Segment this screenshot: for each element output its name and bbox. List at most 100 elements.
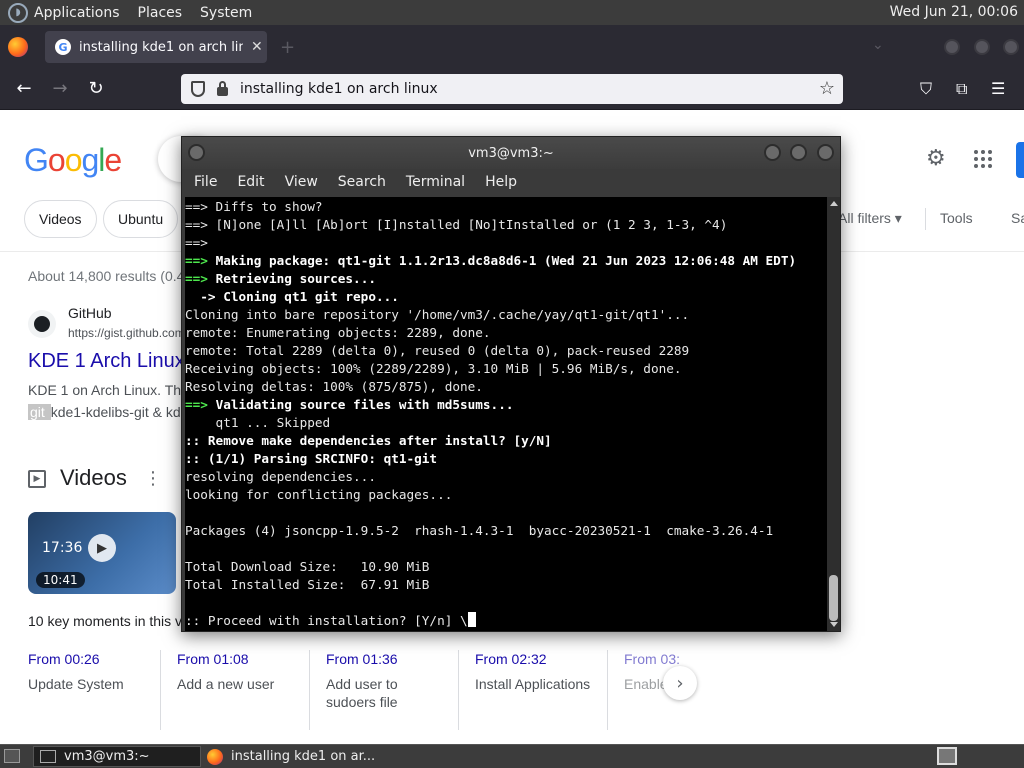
safesearch-button[interactable]: Sa — [1011, 210, 1024, 226]
play-icon[interactable]: ▶ — [88, 534, 116, 562]
minimize-button[interactable] — [944, 39, 960, 55]
panel-clock[interactable]: Wed Jun 21, 00:06 — [890, 4, 1018, 20]
moment-desc: Add user to sudoers file — [326, 676, 398, 710]
result-site-name[interactable]: GitHub — [68, 305, 112, 321]
terminal-line: resolving dependencies... — [185, 469, 376, 484]
next-moments-button[interactable]: › — [663, 666, 697, 700]
scroll-up-icon[interactable] — [830, 201, 838, 206]
sign-in-button[interactable] — [1016, 142, 1024, 178]
moment-divider — [309, 650, 310, 730]
lock-icon[interactable] — [217, 80, 228, 96]
app-menu-icon[interactable]: ☰ — [991, 79, 1005, 98]
bookmark-star-icon[interactable]: ☆ — [819, 78, 835, 99]
forward-button[interactable]: → — [48, 78, 72, 99]
menu-file[interactable]: File — [194, 174, 217, 190]
terminal-line: Total Download Size: 10.90 MiB — [185, 559, 430, 574]
pocket-icon[interactable]: ⛉ — [920, 79, 932, 99]
task-terminal[interactable]: vm3@vm3:~ — [33, 746, 201, 767]
all-filters-button[interactable]: All filters ▾ — [838, 210, 902, 227]
terminal-titlebar[interactable]: vm3@vm3:~ — [182, 137, 840, 169]
tracking-shield-icon[interactable] — [191, 81, 205, 97]
thumbnail-clock-text: 17:36 — [42, 540, 83, 556]
tools-button[interactable]: Tools — [940, 210, 973, 226]
apps-grid-icon[interactable] — [974, 150, 992, 168]
moment-time[interactable]: From 02:32 — [475, 651, 615, 667]
menu-applications[interactable]: Applications — [34, 5, 120, 21]
show-desktop-button[interactable] — [4, 749, 20, 763]
moment-divider — [607, 650, 608, 730]
github-icon[interactable] — [28, 310, 56, 338]
terminal-line: ==> [N]one [A]ll [Ab]ort [I]nstalled [No… — [185, 217, 728, 232]
menu-view[interactable]: View — [285, 174, 318, 190]
menu-search[interactable]: Search — [338, 174, 386, 190]
maximize-button[interactable] — [974, 39, 990, 55]
system-logo-icon[interactable]: ◗ — [8, 2, 28, 23]
tab-close-button[interactable]: ✕ — [251, 39, 263, 55]
browser-tab-strip: G installing kde1 on arch linux ✕ + ⌄ — [0, 25, 1024, 69]
workspace-switcher[interactable] — [937, 747, 957, 765]
moment-time[interactable]: From 00:26 — [28, 651, 168, 667]
terminal-menubar: File Edit View Search Terminal Help — [182, 169, 840, 195]
back-button[interactable]: ← — [12, 78, 36, 99]
terminal-line: Total Installed Size: 67.91 MiB — [185, 577, 430, 592]
terminal-line: -> Cloning qt1 git repo... — [185, 289, 399, 304]
video-thumbnail[interactable]: 17:36 ▶ 10:41 — [28, 512, 176, 594]
menu-edit[interactable]: Edit — [237, 174, 264, 190]
chip-videos[interactable]: Videos — [24, 200, 97, 238]
menu-help[interactable]: Help — [485, 174, 517, 190]
result-snippet: KDE 1 on Arch Linux. Th — [28, 382, 182, 398]
terminal-line: remote: Enumerating objects: 2289, done. — [185, 325, 491, 340]
key-moment[interactable]: From 01:36 Add user to sudoers file — [326, 651, 426, 711]
key-moment[interactable]: From 02:32 Install Applications — [475, 651, 615, 693]
url-bar[interactable]: installing kde1 on arch linux ☆ — [181, 74, 843, 104]
more-options-icon[interactable]: ⋮ — [144, 468, 162, 489]
extensions-icon[interactable]: ⧉ — [956, 79, 967, 99]
moment-desc: Add a new user — [177, 676, 275, 692]
terminal-line: ==> Making package: qt1-git 1.1.2r13.dc8… — [185, 253, 797, 268]
result-url[interactable]: https://gist.github.com — [68, 326, 185, 340]
window-menu-button[interactable] — [188, 144, 205, 161]
menu-places[interactable]: Places — [138, 5, 183, 21]
videos-heading: Videos — [60, 465, 127, 490]
result-title-link[interactable]: KDE 1 Arch Linux — [28, 350, 185, 373]
moment-time[interactable]: From 03: — [624, 651, 684, 667]
task-label: installing kde1 on ar... — [231, 749, 376, 764]
menu-system[interactable]: System — [200, 5, 252, 21]
terminal-output[interactable]: ==> Diffs to show? ==> [N]one [A]ll [Ab]o… — [185, 197, 827, 631]
key-moment[interactable]: From 01:08 Add a new user — [177, 651, 317, 693]
terminal-line: Cloning into bare repository '/home/vm3/… — [185, 307, 690, 322]
browser-tab-active[interactable]: G installing kde1 on arch linux ✕ — [45, 31, 267, 63]
scroll-thumb[interactable] — [829, 575, 838, 621]
result-snippet-line2: git kde1-kdelibs-git & kd — [28, 401, 181, 423]
menu-terminal[interactable]: Terminal — [406, 174, 465, 190]
minimize-button[interactable] — [764, 144, 781, 161]
terminal-window[interactable]: vm3@vm3:~ File Edit View Search Terminal… — [181, 136, 841, 632]
close-window-button[interactable] — [1003, 39, 1019, 55]
list-all-tabs-icon[interactable]: ⌄ — [872, 37, 884, 53]
new-tab-button[interactable]: + — [280, 37, 295, 58]
reload-button[interactable]: ↻ — [84, 78, 108, 99]
scroll-down-icon[interactable] — [830, 622, 838, 627]
maximize-button[interactable] — [790, 144, 807, 161]
logo-letter: g — [81, 142, 99, 178]
moment-time[interactable]: From 01:36 — [326, 651, 426, 667]
moment-time[interactable]: From 01:08 — [177, 651, 317, 667]
logo-letter: G — [24, 142, 49, 178]
firefox-logo-icon — [8, 37, 28, 57]
terminal-line: Receiving objects: 100% (2289/2289), 3.1… — [185, 361, 682, 376]
terminal-line: Packages (4) jsoncpp-1.9.5-2 rhash-1.4.3… — [185, 523, 774, 538]
terminal-scrollbar[interactable] — [827, 197, 840, 631]
top-panel: ◗ Applications Places System Wed Jun 21,… — [0, 0, 1024, 25]
settings-gear-icon[interactable]: ⚙ — [926, 146, 946, 171]
task-firefox[interactable]: installing kde1 on ar... — [201, 746, 381, 767]
google-logo[interactable]: Google — [24, 142, 122, 179]
url-text[interactable]: installing kde1 on arch linux — [240, 81, 438, 97]
terminal-line: :: Proceed with installation? [Y/n] \ — [185, 612, 827, 630]
terminal-title: vm3@vm3:~ — [468, 145, 554, 161]
close-window-button[interactable] — [817, 144, 834, 161]
key-moment[interactable]: From 00:26 Update System — [28, 651, 168, 693]
text-cursor — [467, 612, 476, 627]
chip-ubuntu[interactable]: Ubuntu — [103, 200, 179, 238]
